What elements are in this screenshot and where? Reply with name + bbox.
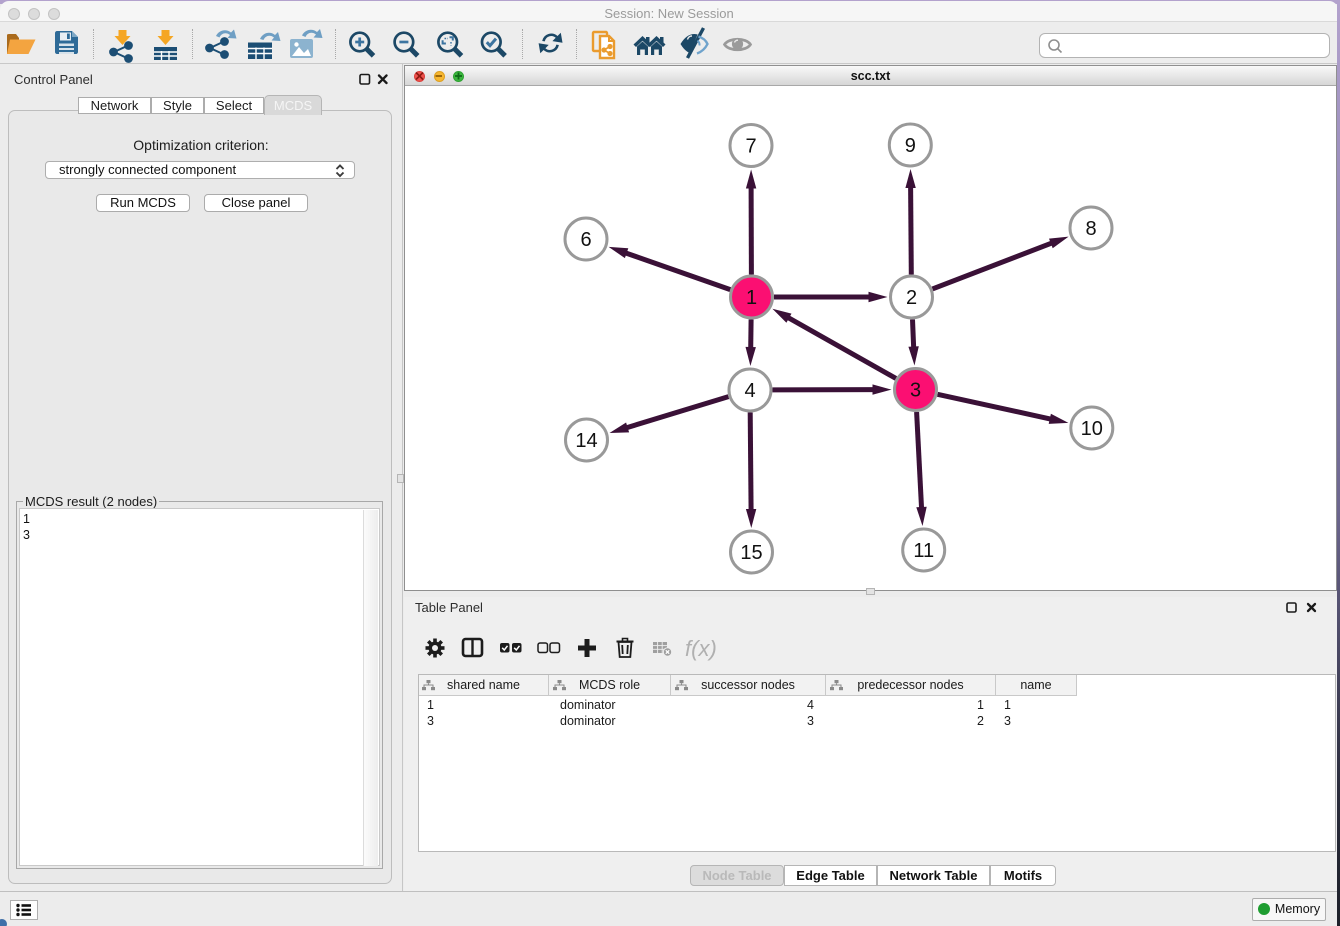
svg-text:11: 11 — [913, 540, 934, 562]
svg-text:7: 7 — [745, 136, 756, 158]
svg-text:10: 10 — [1081, 418, 1103, 440]
svg-text:4: 4 — [744, 380, 755, 402]
svg-text:6: 6 — [580, 229, 591, 251]
svg-text:2: 2 — [906, 287, 917, 309]
svg-text:9: 9 — [905, 135, 916, 157]
svg-text:8: 8 — [1085, 218, 1096, 240]
svg-text:f(x): f(x) — [685, 636, 717, 661]
svg-text:3: 3 — [910, 380, 921, 402]
svg-text:1: 1 — [746, 287, 757, 309]
svg-text:15: 15 — [740, 542, 762, 564]
svg-text:14: 14 — [575, 430, 597, 452]
